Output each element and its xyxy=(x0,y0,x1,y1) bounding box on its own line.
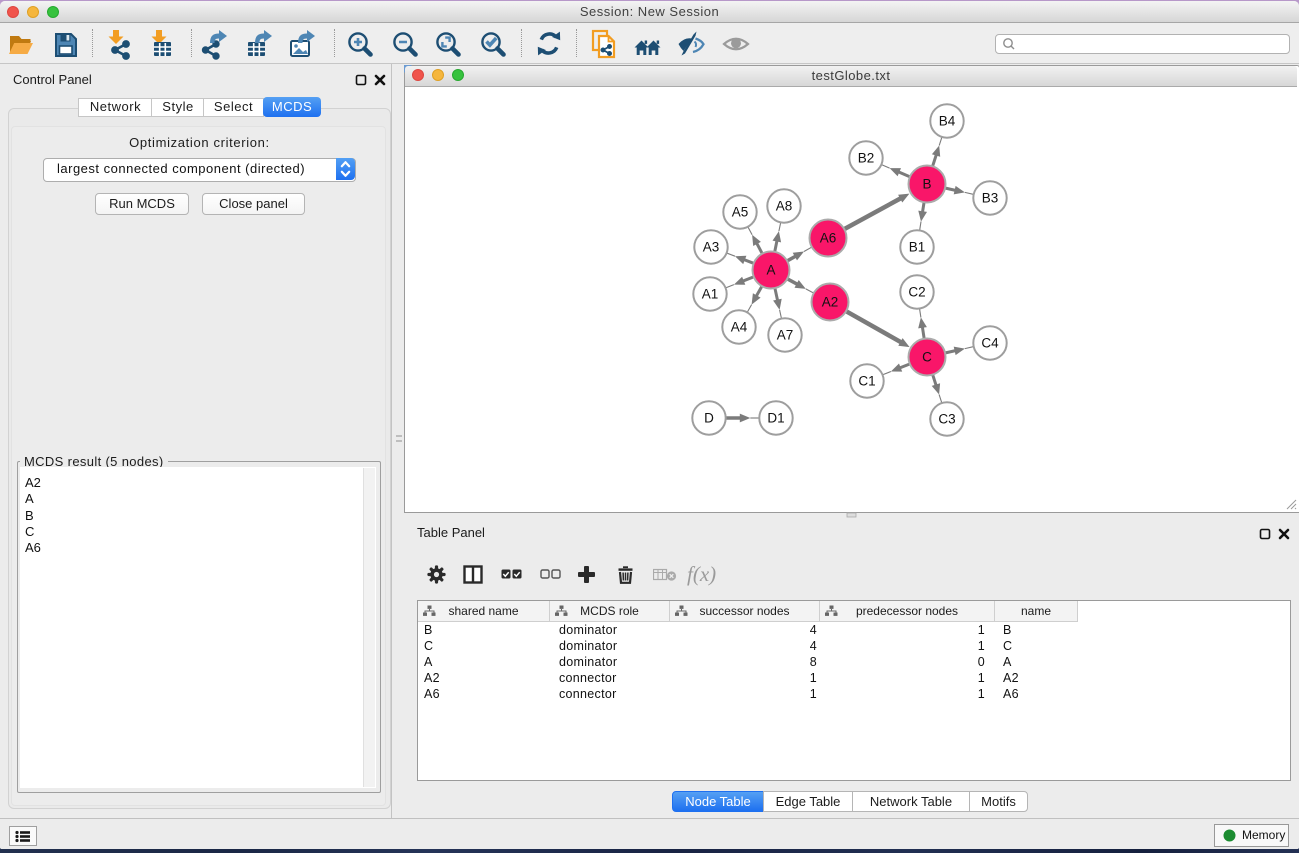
svg-text:A8: A8 xyxy=(776,199,793,214)
svg-text:D: D xyxy=(704,411,714,426)
svg-text:B2: B2 xyxy=(858,151,875,166)
svg-text:C2: C2 xyxy=(908,285,925,300)
svg-text:B: B xyxy=(922,177,931,192)
svg-text:A2: A2 xyxy=(822,295,839,310)
svg-text:B1: B1 xyxy=(909,240,926,255)
svg-text:A: A xyxy=(766,263,775,278)
svg-text:A1: A1 xyxy=(702,287,719,302)
svg-text:B4: B4 xyxy=(939,114,956,129)
svg-text:C: C xyxy=(922,350,932,365)
svg-text:A7: A7 xyxy=(777,328,794,343)
svg-text:A5: A5 xyxy=(732,205,749,220)
svg-text:D1: D1 xyxy=(767,411,784,426)
svg-text:A4: A4 xyxy=(731,320,748,335)
svg-text:C3: C3 xyxy=(938,412,955,427)
svg-text:A3: A3 xyxy=(703,240,720,255)
svg-text:C4: C4 xyxy=(981,336,999,351)
svg-text:C1: C1 xyxy=(858,374,875,389)
svg-text:A6: A6 xyxy=(820,231,837,246)
svg-text:B3: B3 xyxy=(982,191,999,206)
